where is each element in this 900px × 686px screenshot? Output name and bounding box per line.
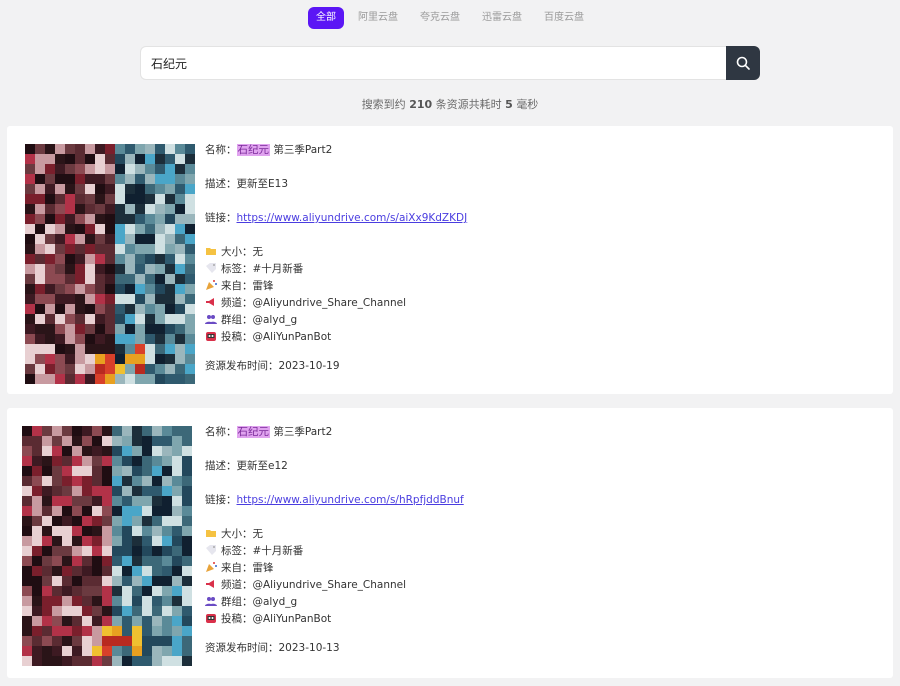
- tab-xunlei[interactable]: 迅雷云盘: [474, 7, 530, 29]
- group-icon: [205, 595, 217, 607]
- result-description: 描述：更新至E13: [205, 178, 288, 190]
- result-size: 大小：无: [205, 244, 263, 259]
- tag-icon: [205, 262, 217, 274]
- result-description: 描述：更新至e12: [205, 460, 288, 472]
- tag-icon: [205, 544, 217, 556]
- result-name: 名称：石纪元 第三季Part2: [205, 426, 333, 438]
- tab-all[interactable]: 全部: [308, 7, 344, 29]
- result-tags: 标签：#十月新番: [205, 543, 303, 558]
- elapsed-ms: 5: [505, 98, 513, 111]
- party-icon: [205, 279, 217, 291]
- robot-icon: [205, 330, 217, 342]
- search-icon: [736, 56, 750, 70]
- result-date: 资源发布时间：2023-10-19: [205, 360, 340, 372]
- result-size: 大小：无: [205, 526, 263, 541]
- tab-baidu[interactable]: 百度云盘: [536, 7, 592, 29]
- robot-icon: [205, 612, 217, 624]
- result-date: 资源发布时间：2023-10-13: [205, 642, 340, 654]
- result-thumbnail[interactable]: [22, 426, 192, 666]
- result-submit: 投稿：@AliYunPanBot: [205, 329, 331, 344]
- folder-icon: [205, 245, 217, 257]
- name-highlight: 石纪元: [236, 426, 270, 438]
- folder-icon: [205, 527, 217, 539]
- result-channel: 频道：@Aliyundrive_Share_Channel: [205, 295, 406, 310]
- search-summary: 搜索到约 210 条资源共耗时 5 毫秒: [361, 98, 539, 111]
- result-link-row: 链接：https://www.aliyundrive.com/s/hRpfjdd…: [205, 494, 464, 506]
- result-thumbnail[interactable]: [25, 144, 195, 384]
- result-card: 名称：石纪元 第三季Part2 描述：更新至e12 链接：https://www…: [7, 408, 893, 678]
- result-name: 名称：石纪元 第三季Part2: [205, 144, 333, 156]
- result-card: 名称：石纪元 第三季Part2 描述：更新至E13 链接：https://www…: [7, 126, 893, 394]
- result-group: 群组：@alyd_g: [205, 594, 297, 609]
- result-link[interactable]: https://www.aliyundrive.com/s/hRpfjddBnu…: [237, 494, 464, 506]
- result-submit: 投稿：@AliYunPanBot: [205, 611, 331, 626]
- search-bar: [140, 46, 760, 80]
- result-count: 210: [409, 98, 433, 111]
- party-icon: [205, 561, 217, 573]
- result-link-row: 链接：https://www.aliyundrive.com/s/aiXx9Kd…: [205, 212, 468, 224]
- result-from: 来自：雷锋: [205, 560, 274, 575]
- result-tags: 标签：#十月新番: [205, 261, 303, 276]
- megaphone-icon: [205, 296, 217, 308]
- search-input[interactable]: [140, 46, 726, 80]
- result-channel: 频道：@Aliyundrive_Share_Channel: [205, 577, 406, 592]
- result-from: 来自：雷锋: [205, 278, 274, 293]
- result-link[interactable]: https://www.aliyundrive.com/s/aiXx9KdZKD…: [237, 212, 468, 224]
- result-group: 群组：@alyd_g: [205, 312, 297, 327]
- tab-aliyun[interactable]: 阿里云盘: [350, 7, 406, 29]
- group-icon: [205, 313, 217, 325]
- megaphone-icon: [205, 578, 217, 590]
- tab-quark[interactable]: 夸克云盘: [412, 7, 468, 29]
- name-highlight: 石纪元: [236, 144, 270, 156]
- category-tabs: 全部 阿里云盘 夸克云盘 迅雷云盘 百度云盘: [0, 7, 900, 29]
- search-button[interactable]: [726, 46, 760, 80]
